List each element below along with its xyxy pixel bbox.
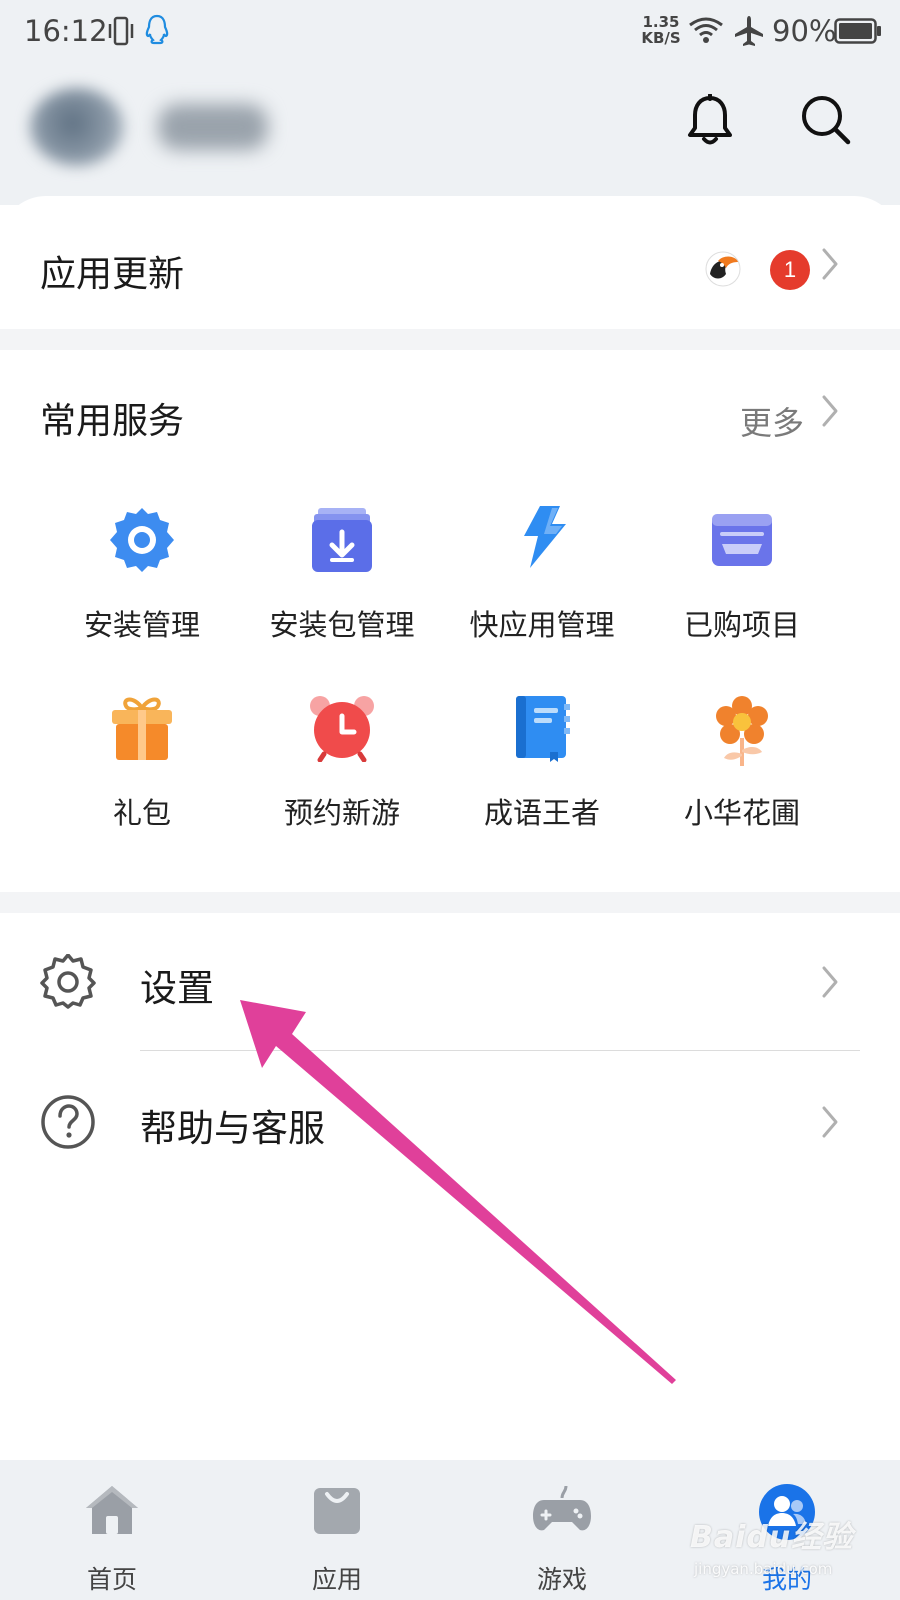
nav-label: 应用 [311, 1565, 362, 1594]
nav-label: 游戏 [536, 1565, 587, 1594]
gamepad-icon [532, 1482, 592, 1542]
baidu-watermark-url: jingyan.baidu.com [694, 1560, 833, 1578]
nav-home[interactable]: 首页 [52, 1460, 172, 1600]
nav-games[interactable]: 游戏 [502, 1460, 622, 1600]
nav-label: 首页 [86, 1565, 137, 1594]
bag-icon [307, 1482, 367, 1542]
baidu-watermark: Baidu经验 [690, 1520, 854, 1555]
nav-apps[interactable]: 应用 [277, 1460, 397, 1600]
home-icon [82, 1482, 142, 1542]
annotation-arrow [240, 1000, 676, 1384]
